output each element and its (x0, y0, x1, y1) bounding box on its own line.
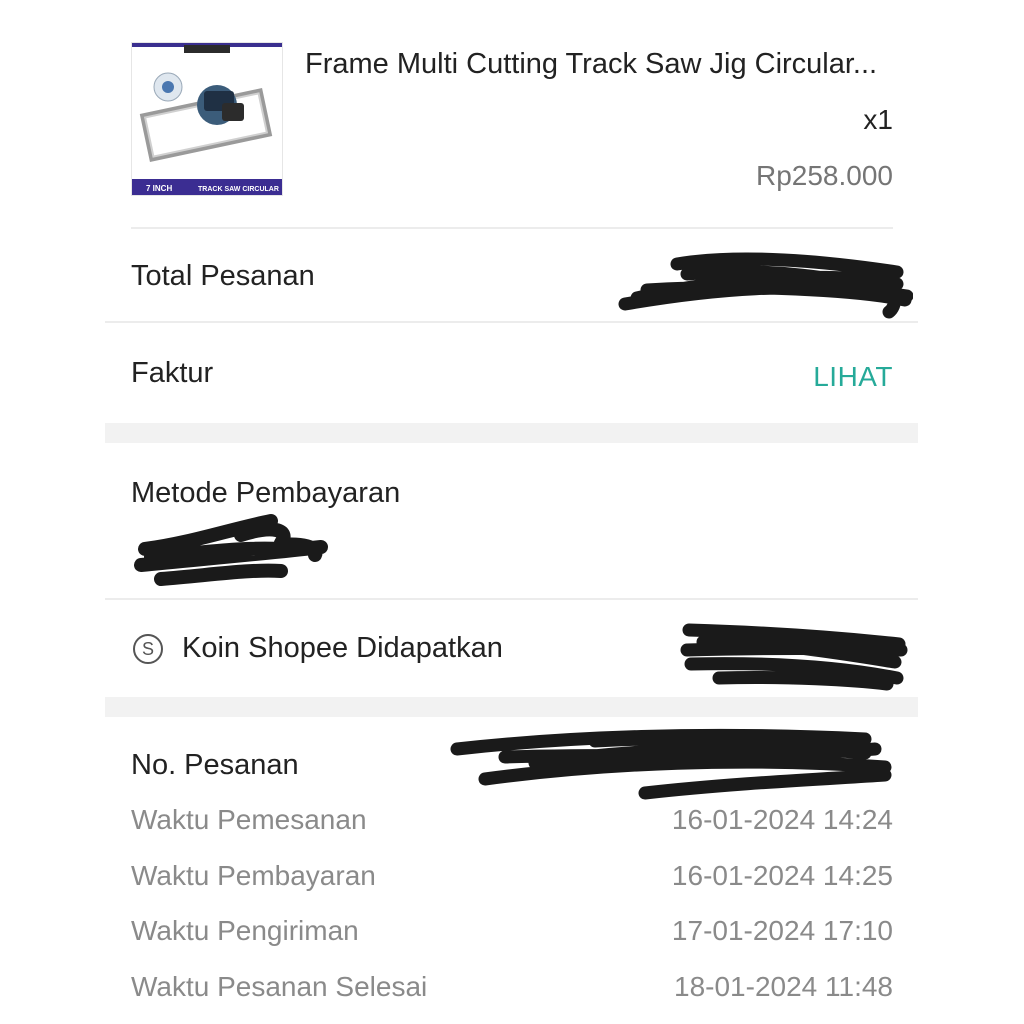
shipping-time-label: Waktu Pengiriman (131, 915, 359, 946)
divider (131, 227, 893, 229)
product-price: Rp258.000 (755, 160, 893, 191)
product-thumbnail[interactable]: 7 INCH TRACK SAW CIRCULAR (131, 42, 283, 196)
redacted-order-number (450, 728, 892, 800)
redacted-coins-value (680, 623, 908, 691)
section-gap (105, 697, 918, 717)
shopee-coin-icon: S (133, 634, 163, 664)
completion-time-value: 18-01-2024 11:48 (674, 971, 893, 1002)
section-gap (105, 423, 918, 443)
payment-time-label: Waktu Pembayaran (131, 860, 376, 891)
invoice-row: Faktur LIHAT (105, 323, 918, 423)
payment-method-label: Metode Pembayaran (131, 477, 401, 509)
invoice-label: Faktur (131, 357, 214, 389)
order-time-value: 16-01-2024 14:24 (671, 804, 893, 835)
order-info-section: No. Pesanan Waktu Pemesanan 16-01-2024 1… (105, 717, 918, 1024)
coins-label: Koin Shopee Didapatkan (182, 632, 503, 664)
badge-right-text: TRACK SAW CIRCULAR (198, 186, 279, 193)
view-invoice-link[interactable]: LIHAT (813, 361, 893, 393)
product-image: 7 INCH TRACK SAW CIRCULAR (132, 43, 282, 195)
payment-method-section: Metode Pembayaran (105, 443, 918, 598)
completion-time-label: Waktu Pesanan Selesai (131, 971, 428, 1002)
payment-time-value: 16-01-2024 14:25 (671, 860, 893, 891)
redacted-total-value (618, 252, 913, 319)
order-total-row[interactable]: Total Pesanan (105, 230, 918, 322)
order-time-label: Waktu Pemesanan (131, 804, 367, 835)
order-detail-panel: 7 INCH TRACK SAW CIRCULAR Frame Multi Cu… (105, 0, 918, 1024)
badge-left-text: 7 INCH (146, 184, 172, 193)
product-quantity: x1 (863, 104, 893, 135)
order-total-label: Total Pesanan (131, 260, 315, 292)
coins-row: S Koin Shopee Didapatkan (105, 600, 918, 696)
redacted-payment-method (134, 514, 328, 586)
product-name[interactable]: Frame Multi Cutting Track Saw Jig Circul… (305, 48, 877, 81)
shipping-time-value: 17-01-2024 17:10 (671, 915, 893, 946)
order-number-label: No. Pesanan (131, 749, 299, 781)
